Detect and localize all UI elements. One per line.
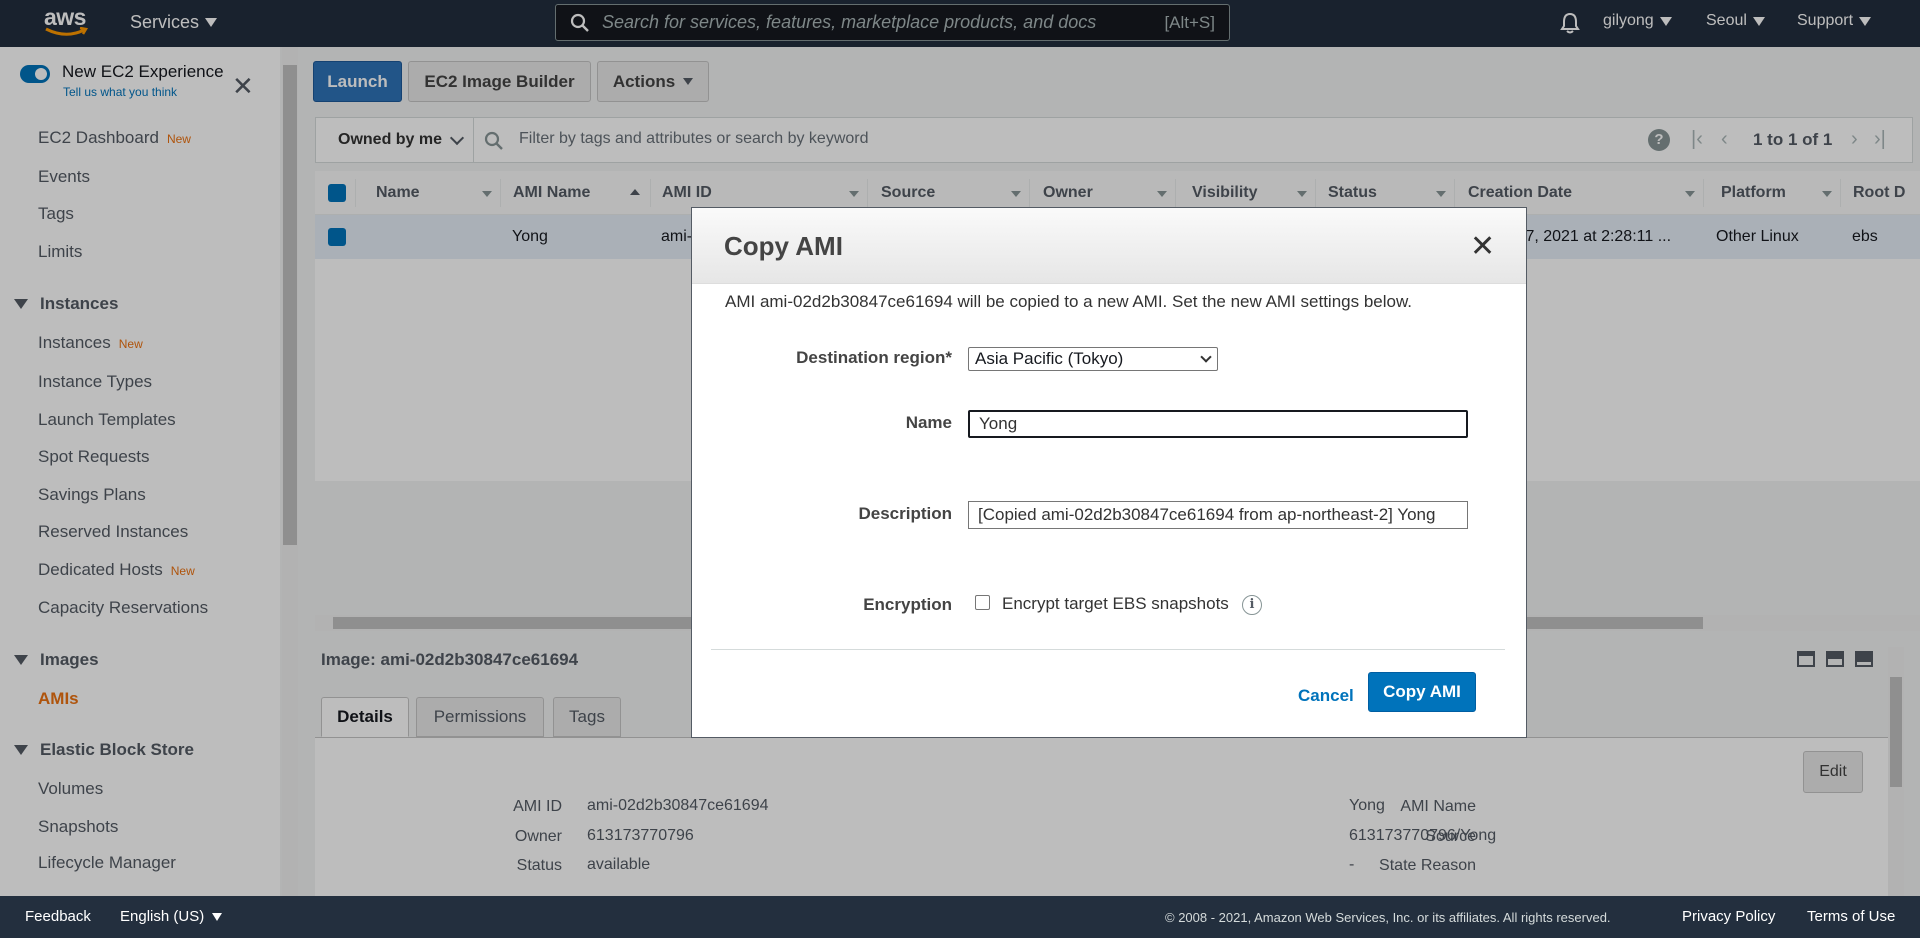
encrypt-snapshots-label[interactable]: Encrypt target EBS snapshots: [1002, 594, 1229, 614]
language-label: English (US): [120, 908, 205, 925]
dialog-header: Copy AMI ✕: [692, 208, 1526, 284]
dialog-info-text: AMI ami-02d2b30847ce61694 will be copied…: [725, 292, 1413, 311]
destination-region-select[interactable]: Asia Pacific (Tokyo): [968, 347, 1218, 371]
terms-of-use-link[interactable]: Terms of Use: [1807, 908, 1895, 925]
destination-region-label: Destination region*: [796, 348, 952, 367]
name-label: Name: [905, 413, 952, 432]
info-icon[interactable]: i: [1242, 595, 1262, 615]
chevron-down-icon: [1200, 351, 1212, 363]
close-icon[interactable]: ✕: [1470, 232, 1495, 262]
caret-down-icon: [212, 912, 223, 921]
copy-ami-dialog: Copy AMI ✕ AMI ami-02d2b30847ce61694 wil…: [691, 207, 1527, 738]
privacy-policy-link[interactable]: Privacy Policy: [1682, 908, 1775, 925]
encrypt-snapshots-checkbox[interactable]: [975, 595, 990, 610]
dialog-title: Copy AMI: [724, 231, 843, 261]
copyright-text: © 2008 - 2021, Amazon Web Services, Inc.…: [1165, 910, 1611, 925]
copy-ami-button[interactable]: Copy AMI: [1368, 672, 1476, 712]
encryption-label: Encryption: [863, 595, 952, 614]
footer: Feedback English (US) © 2008 - 2021, Ama…: [0, 896, 1920, 938]
dialog-divider: [711, 649, 1505, 650]
feedback-link[interactable]: Feedback: [25, 908, 91, 925]
cancel-button[interactable]: Cancel: [1298, 686, 1354, 706]
select-value: Asia Pacific (Tokyo): [975, 349, 1124, 368]
description-input[interactable]: [Copied ami-02d2b30847ce61694 from ap-no…: [968, 501, 1468, 529]
language-selector[interactable]: English (US): [120, 908, 223, 925]
name-input[interactable]: Yong: [968, 410, 1468, 438]
description-label: Description: [858, 504, 952, 523]
